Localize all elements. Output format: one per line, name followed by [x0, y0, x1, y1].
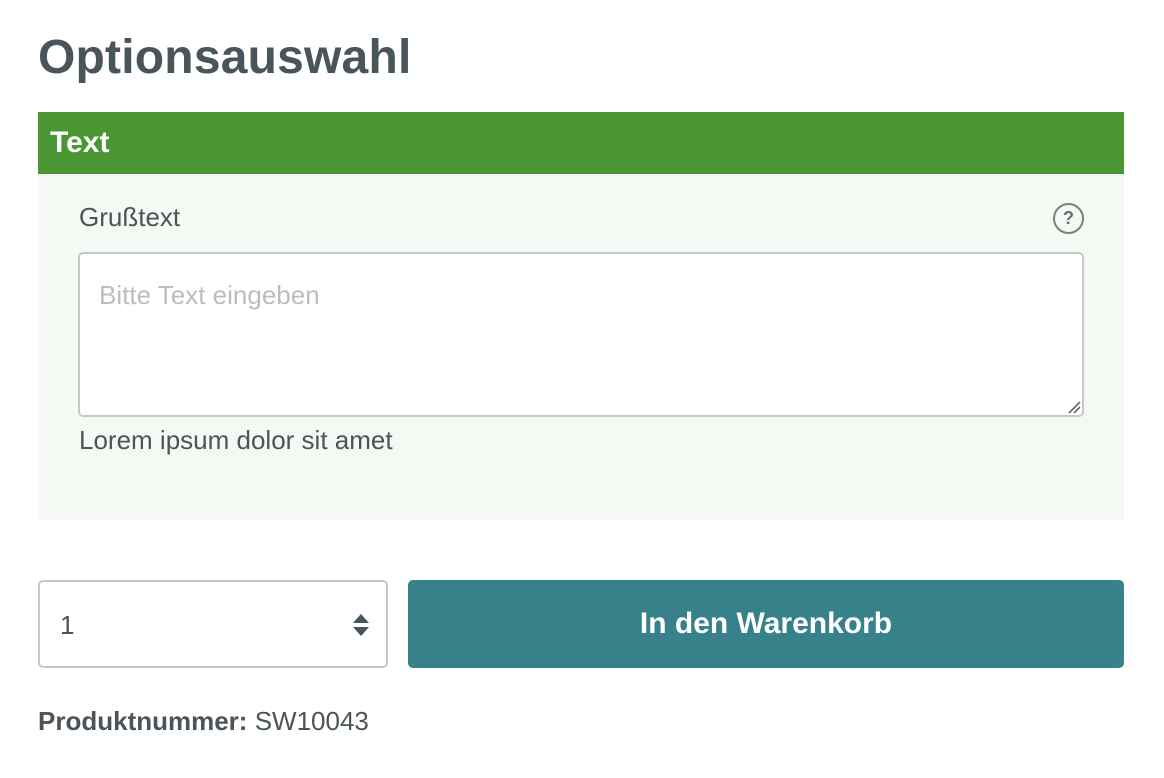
- quantity-select[interactable]: 1: [38, 580, 388, 668]
- quantity-value: 1: [60, 610, 75, 640]
- page-title: Optionsauswahl: [38, 31, 412, 84]
- option-panel: Text Grußtext ? Lorem ipsum dolor sit am…: [38, 112, 1124, 520]
- resize-handle-icon[interactable]: [1067, 400, 1081, 414]
- field-label: Grußtext: [79, 202, 181, 232]
- question-circle-icon[interactable]: ?: [1053, 203, 1084, 234]
- panel-header: Text: [38, 112, 1124, 174]
- add-to-cart-button[interactable]: In den Warenkorb: [408, 580, 1124, 668]
- greeting-text-input[interactable]: [78, 252, 1084, 417]
- product-number-label: Produktnummer:: [38, 706, 248, 736]
- helper-text: Lorem ipsum dolor sit amet: [79, 425, 393, 455]
- sort-arrows-icon: [353, 614, 369, 636]
- product-number-value: SW10043: [254, 706, 369, 736]
- product-number: Produktnummer: SW10043: [38, 706, 369, 737]
